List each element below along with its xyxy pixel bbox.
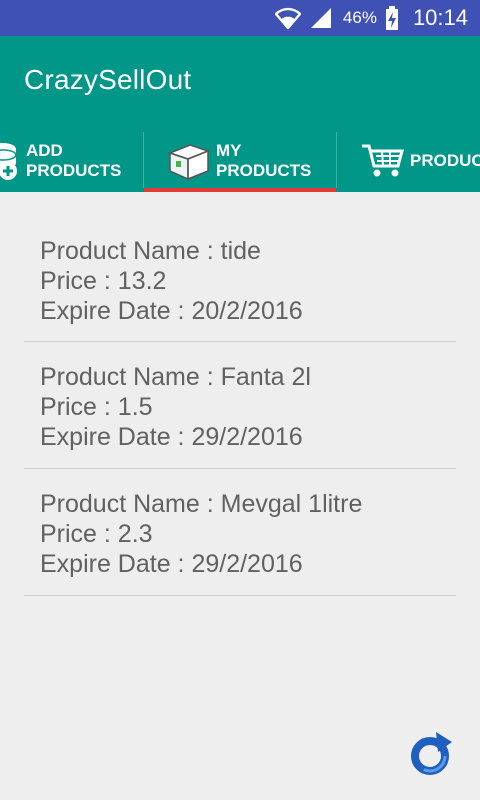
list-item[interactable]: Product Name : Fanta 2l Price : 1.5 Expi… xyxy=(24,342,456,469)
tab-add-products-line2: PRODUCTS xyxy=(26,161,122,180)
product-expire-date: Expire Date : 20/2/2016 xyxy=(40,297,303,325)
product-name: Product Name : Fanta 2l xyxy=(40,363,311,391)
list-item[interactable]: Product Name : Mevgal 1litre Price : 2.3… xyxy=(24,469,456,596)
tab-my-products-line2: PRODUCTS xyxy=(216,161,312,180)
status-bar: 46% 10:14 xyxy=(0,0,480,36)
box-icon xyxy=(167,144,211,181)
tab-add-products-line1: ADD xyxy=(26,141,63,160)
product-list: Product Name : tide Price : 13.2 Expire … xyxy=(24,216,456,596)
product-expire-date: Expire Date : 29/2/2016 xyxy=(40,550,303,578)
product-expire-date: Expire Date : 29/2/2016 xyxy=(40,423,303,451)
battery-percent: 46% xyxy=(342,8,377,27)
selected-tab-indicator xyxy=(144,188,336,192)
list-item[interactable]: Product Name : tide Price : 13.2 Expire … xyxy=(24,216,456,342)
app-bar: CrazySellOut ADD PRODUCTS MY PRODUCTS PR… xyxy=(0,36,480,192)
app-title: CrazySellOut xyxy=(24,64,192,95)
tab-divider xyxy=(143,132,144,188)
product-price: Price : 1.5 xyxy=(40,393,153,421)
product-price: Price : 2.3 xyxy=(40,520,153,548)
tab-products-label: PRODUCTS xyxy=(410,151,480,170)
shopping-cart-icon xyxy=(362,144,404,177)
status-icons: 46% 10:14 xyxy=(274,0,468,36)
product-name: Product Name : Mevgal 1litre xyxy=(40,490,363,518)
tab-bar: ADD PRODUCTS MY PRODUCTS PRODUC xyxy=(0,130,480,192)
add-database-icon xyxy=(0,143,17,180)
signal-icon xyxy=(310,8,331,28)
tab-add-products[interactable]: ADD PRODUCTS xyxy=(0,130,144,192)
tab-divider xyxy=(336,132,337,188)
tab-my-products[interactable]: MY PRODUCTS xyxy=(166,130,336,192)
product-name: Product Name : tide xyxy=(40,237,261,265)
tab-products[interactable]: PRODUCTS xyxy=(360,130,480,192)
clock: 10:14 xyxy=(412,5,468,30)
wifi-icon xyxy=(274,7,301,29)
battery-charging-icon xyxy=(385,6,398,30)
product-price: Price : 13.2 xyxy=(40,267,167,295)
refresh-button[interactable] xyxy=(406,730,454,778)
refresh-icon xyxy=(411,732,452,775)
tab-my-products-line1: MY xyxy=(216,141,242,160)
